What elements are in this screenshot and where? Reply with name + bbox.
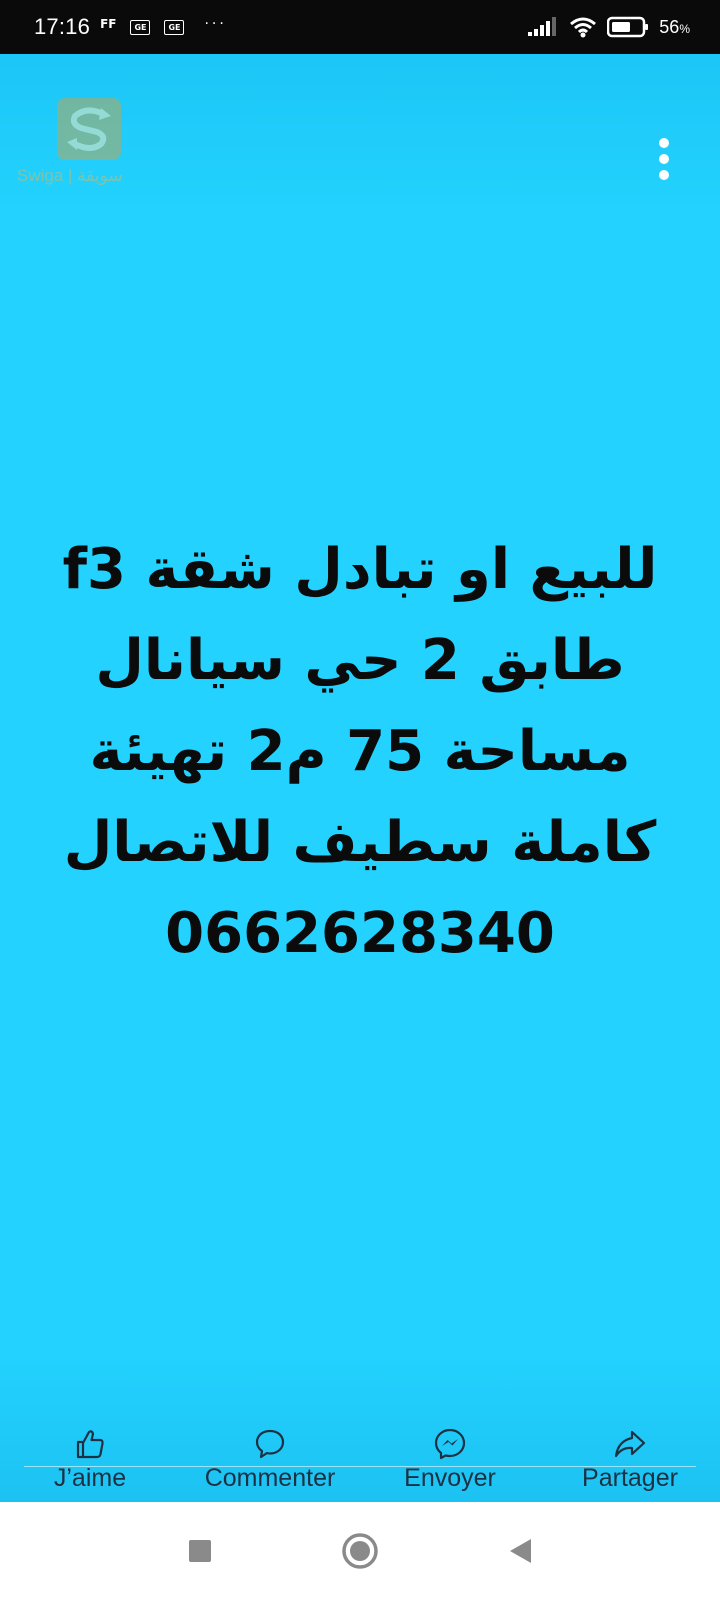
send-label: Envoyer bbox=[404, 1464, 496, 1492]
notification-icon: GE bbox=[130, 19, 151, 35]
watermark-text: Swiga | سويقة bbox=[17, 166, 123, 185]
comment-button[interactable]: Commenter bbox=[180, 1422, 360, 1502]
system-nav-bar bbox=[0, 1502, 720, 1600]
like-label: J’aime bbox=[53, 1464, 127, 1492]
post-text: للبيع او تبادل شقة f3 طابق 2 حي سيانال م… bbox=[40, 524, 680, 979]
more-options-icon[interactable] bbox=[658, 138, 670, 180]
recents-square-icon bbox=[189, 1540, 211, 1562]
post-line: مساحة 75 م2 تهيئة bbox=[89, 719, 631, 784]
status-left: 17:16 FF GE GE ··· bbox=[34, 14, 227, 40]
post-image[interactable]: Swiga | سويقة للبيع او تبادل شقة f3 طابق… bbox=[0, 54, 720, 1502]
status-bar: 17:16 FF GE GE ··· 56% bbox=[0, 0, 720, 54]
post-actions-bar: J’aime Commenter Envoyer Partager bbox=[0, 1422, 720, 1502]
messenger-icon bbox=[434, 1428, 466, 1460]
status-time: 17:16 bbox=[34, 14, 91, 39]
more-notifications-icon: ··· bbox=[204, 16, 227, 32]
post-line: كاملة سطيف للاتصال bbox=[63, 810, 657, 875]
send-button[interactable]: Envoyer bbox=[360, 1422, 540, 1502]
logo-mark bbox=[57, 98, 121, 160]
post-phone-number: 0662628340 bbox=[165, 901, 555, 966]
share-label: Partager bbox=[582, 1464, 678, 1492]
back-triangle-icon bbox=[510, 1539, 531, 1563]
share-button[interactable]: Partager bbox=[540, 1422, 720, 1502]
swiga-logo-icon bbox=[67, 107, 111, 151]
recents-button[interactable] bbox=[180, 1531, 220, 1571]
ff-label: FF bbox=[100, 17, 117, 31]
status-right: 56% bbox=[527, 16, 690, 38]
battery-percentage: 56% bbox=[659, 17, 690, 38]
comment-icon bbox=[255, 1429, 285, 1459]
thumbs-up-icon bbox=[76, 1430, 104, 1459]
like-button[interactable]: J’aime bbox=[0, 1422, 180, 1502]
battery-percent-value: 56 bbox=[659, 16, 680, 37]
home-button[interactable] bbox=[340, 1531, 380, 1571]
watermark-logo: Swiga | سويقة bbox=[17, 98, 167, 188]
back-button[interactable] bbox=[500, 1531, 540, 1571]
signal-icon bbox=[528, 17, 557, 36]
post-line: طابق 2 حي سيانال bbox=[95, 628, 625, 693]
wifi-icon bbox=[570, 17, 597, 38]
notification-icon: GE bbox=[164, 19, 185, 35]
comment-label: Commenter bbox=[204, 1464, 336, 1492]
home-circle-icon bbox=[342, 1533, 378, 1569]
battery-icon bbox=[607, 16, 649, 38]
share-icon bbox=[614, 1430, 646, 1458]
battery-percent-unit: % bbox=[679, 21, 690, 36]
post-line: للبيع او تبادل شقة f3 bbox=[62, 537, 658, 602]
